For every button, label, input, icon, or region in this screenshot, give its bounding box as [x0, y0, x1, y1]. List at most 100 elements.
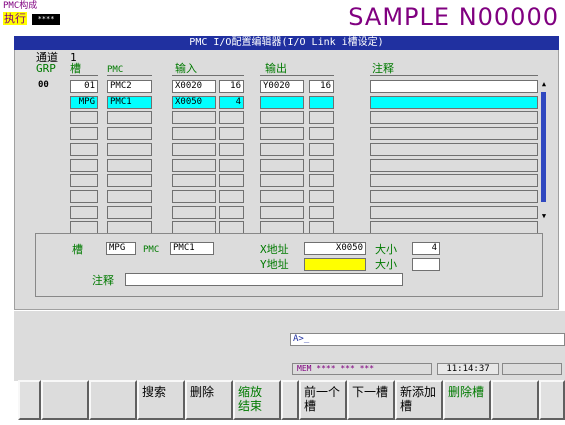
- detail-slot-field[interactable]: MPG: [106, 242, 136, 255]
- table-cell-input[interactable]: [172, 189, 216, 203]
- table-cell-comment[interactable]: [370, 111, 538, 125]
- table-cell-slot[interactable]: [70, 127, 98, 141]
- table-cell-out-size[interactable]: [309, 111, 334, 125]
- table-cell-input[interactable]: [172, 111, 216, 125]
- table-cell-slot[interactable]: [70, 142, 98, 156]
- table-cell-input[interactable]: [172, 174, 216, 188]
- table-cell-input[interactable]: [172, 142, 216, 156]
- table-cell-input[interactable]: [172, 205, 216, 219]
- table-cell-output[interactable]: [260, 189, 304, 203]
- softkey-8[interactable]: 前一个 槽: [299, 380, 347, 420]
- table-cell-output[interactable]: [260, 174, 304, 188]
- detail-comment-field[interactable]: [125, 273, 403, 286]
- table-cell-in-size[interactable]: 16: [219, 80, 244, 93]
- table-cell-out-size[interactable]: [309, 142, 334, 156]
- table-cell-output[interactable]: Y0020: [260, 80, 304, 93]
- softkey-5[interactable]: 删除: [185, 380, 233, 420]
- table-cell-out-size[interactable]: [309, 127, 334, 141]
- table-cell-pmc[interactable]: PMC1: [107, 95, 152, 109]
- table-cell-pmc[interactable]: [107, 111, 152, 125]
- column-header-comment: 注释: [372, 62, 394, 75]
- scrollbar-thumb[interactable]: [541, 92, 546, 202]
- command-input[interactable]: A>_: [290, 333, 565, 346]
- table-cell-out-size[interactable]: [309, 205, 334, 219]
- table-cell-comment[interactable]: [370, 142, 538, 156]
- table-cell-slot[interactable]: [70, 189, 98, 203]
- table-cell-comment[interactable]: [370, 127, 538, 141]
- softkey-4[interactable]: 搜索: [137, 380, 185, 420]
- table-cell-slot[interactable]: [70, 205, 98, 219]
- table-cell-pmc[interactable]: [107, 142, 152, 156]
- table-cell-comment[interactable]: [370, 80, 538, 93]
- table-cell-slot[interactable]: [70, 111, 98, 125]
- table-cell-grp: [36, 111, 66, 124]
- table-cell-in-size[interactable]: [219, 111, 244, 125]
- table-cell-grp: 00: [38, 80, 49, 90]
- mode-status: MEM **** *** ***: [292, 363, 432, 375]
- program-name: SAMPLE N00000: [348, 3, 559, 31]
- table-cell-pmc[interactable]: [107, 127, 152, 141]
- table-cell-comment[interactable]: [370, 158, 538, 172]
- column-underline: [370, 75, 538, 76]
- table-cell-input[interactable]: X0020: [172, 80, 216, 93]
- table-cell-in-size[interactable]: [219, 205, 244, 219]
- table-cell-comment[interactable]: [370, 189, 538, 203]
- table-cell-comment[interactable]: [370, 174, 538, 188]
- softkey-6[interactable]: 缩放 结束: [233, 380, 281, 420]
- softkey-10[interactable]: 新添加 槽: [395, 380, 443, 420]
- softkey-11[interactable]: 删除槽: [443, 380, 491, 420]
- softkey-1[interactable]: [18, 380, 41, 420]
- x-size-field[interactable]: 4: [412, 242, 440, 255]
- table-cell-out-size[interactable]: [309, 95, 334, 109]
- table-cell-comment[interactable]: [370, 95, 538, 109]
- table-cell-in-size[interactable]: [219, 142, 244, 156]
- table-cell-output[interactable]: [260, 95, 304, 109]
- table-cell-output[interactable]: [260, 127, 304, 141]
- detail-pmc-field[interactable]: PMC1: [170, 242, 214, 255]
- table-cell-slot[interactable]: [70, 174, 98, 188]
- table-cell-pmc[interactable]: [107, 174, 152, 188]
- table-cell-output[interactable]: [260, 111, 304, 125]
- table-cell-in-size[interactable]: [219, 174, 244, 188]
- softkey-12[interactable]: [491, 380, 539, 420]
- softkey-13[interactable]: [539, 380, 565, 420]
- table-cell-output[interactable]: [260, 205, 304, 219]
- table-cell-grp: [36, 159, 66, 172]
- table-cell-in-size[interactable]: [219, 158, 244, 172]
- y-address-field[interactable]: [304, 258, 366, 271]
- table-cell-pmc[interactable]: [107, 189, 152, 203]
- table-cell-pmc[interactable]: [107, 158, 152, 172]
- scroll-down-icon[interactable]: ▼: [540, 212, 548, 220]
- table-cell-grp: [36, 96, 66, 109]
- table-cell-comment[interactable]: [370, 205, 538, 219]
- table-cell-in-size[interactable]: [219, 127, 244, 141]
- table-cell-output[interactable]: [260, 142, 304, 156]
- y-size-label: 大小: [375, 258, 397, 271]
- softkey-2[interactable]: [41, 380, 89, 420]
- softkey-9[interactable]: 下一槽: [347, 380, 395, 420]
- table-cell-input[interactable]: X0050: [172, 95, 216, 109]
- table-cell-slot[interactable]: [70, 158, 98, 172]
- table-cell-pmc[interactable]: PMC2: [107, 80, 152, 93]
- softkey-3[interactable]: [89, 380, 137, 420]
- column-underline: [107, 75, 152, 76]
- scroll-up-icon[interactable]: ▲: [540, 80, 548, 88]
- y-size-field[interactable]: [412, 258, 440, 271]
- table-cell-out-size[interactable]: 16: [309, 80, 334, 93]
- x-address-field[interactable]: X0050: [304, 242, 366, 255]
- table-cell-input[interactable]: [172, 158, 216, 172]
- status-blank: [502, 363, 562, 375]
- table-cell-pmc[interactable]: [107, 205, 152, 219]
- table-cell-in-size[interactable]: [219, 189, 244, 203]
- table-cell-out-size[interactable]: [309, 158, 334, 172]
- table-cell-slot[interactable]: 01: [70, 80, 98, 93]
- table-cell-out-size[interactable]: [309, 174, 334, 188]
- table-cell-out-size[interactable]: [309, 189, 334, 203]
- softkey-7[interactable]: [281, 380, 299, 420]
- clock: 11:14:37: [437, 363, 499, 375]
- column-header-input: 输入: [175, 62, 197, 75]
- table-cell-slot[interactable]: MPG: [70, 95, 98, 109]
- table-cell-input[interactable]: [172, 127, 216, 141]
- table-cell-output[interactable]: [260, 158, 304, 172]
- table-cell-in-size[interactable]: 4: [219, 95, 244, 109]
